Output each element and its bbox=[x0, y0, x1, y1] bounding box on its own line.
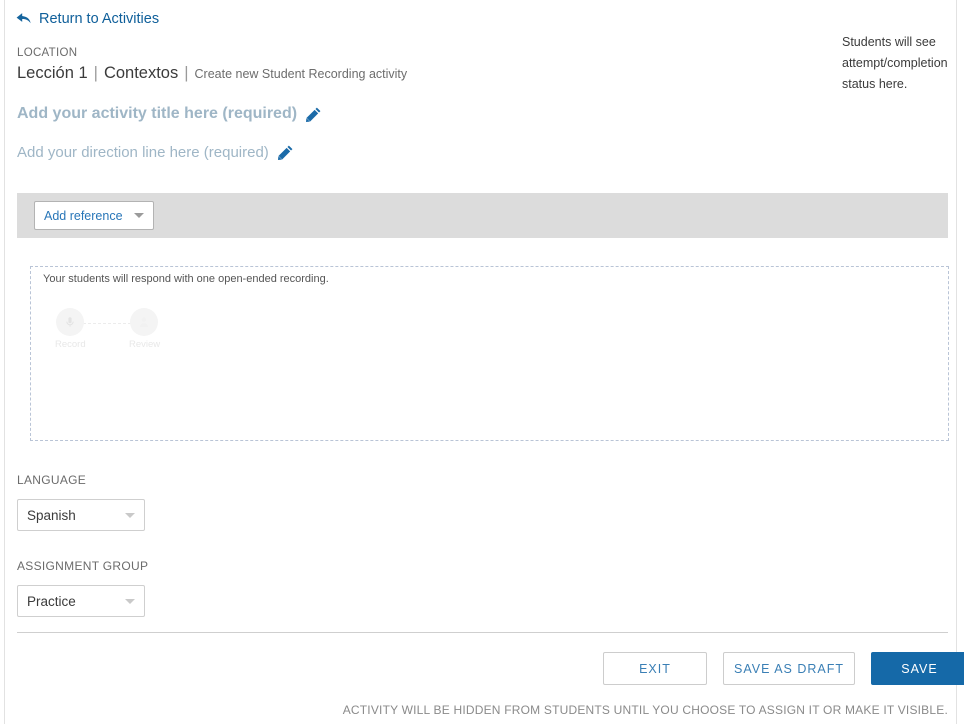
save-as-draft-button[interactable]: SAVE AS DRAFT bbox=[723, 652, 855, 685]
editor-toolbar: Add reference bbox=[17, 193, 948, 238]
assignment-group-select[interactable]: Practice bbox=[17, 585, 145, 617]
response-preview-area: Your students will respond with one open… bbox=[30, 266, 949, 441]
breadcrumb: Lección 1 | Contextos | Create new Stude… bbox=[17, 64, 407, 83]
pencil-icon[interactable] bbox=[277, 145, 293, 160]
response-hint-text: Your students will respond with one open… bbox=[43, 273, 329, 285]
chevron-down-icon bbox=[134, 213, 144, 218]
save-button[interactable]: SAVE bbox=[871, 652, 964, 685]
direction-line-placeholder: Add your direction line here (required) bbox=[17, 144, 269, 161]
recorder-step-review[interactable]: Review bbox=[129, 308, 161, 350]
back-arrow-icon bbox=[16, 13, 31, 24]
person-icon bbox=[139, 317, 149, 328]
language-selected-value: Spanish bbox=[27, 507, 76, 523]
breadcrumb-section[interactable]: Contextos bbox=[104, 64, 178, 83]
add-reference-label: Add reference bbox=[44, 208, 123, 223]
assignment-group-label: ASSIGNMENT GROUP bbox=[17, 559, 149, 573]
direction-line-row[interactable]: Add your direction line here (required) bbox=[17, 144, 293, 161]
return-to-activities-label: Return to Activities bbox=[39, 11, 160, 27]
chevron-down-icon bbox=[125, 598, 135, 604]
recorder-widget: Record Review bbox=[37, 302, 161, 357]
add-reference-button[interactable]: Add reference bbox=[34, 201, 154, 230]
footer-divider bbox=[17, 632, 948, 633]
language-select[interactable]: Spanish bbox=[17, 499, 145, 531]
return-to-activities-link[interactable]: Return to Activities bbox=[16, 11, 159, 27]
record-button bbox=[56, 308, 84, 336]
activity-title-placeholder: Add your activity title here (required) bbox=[17, 105, 298, 122]
chevron-down-icon bbox=[125, 512, 135, 518]
language-label: LANGUAGE bbox=[17, 473, 87, 487]
recorder-step-review-label: Review bbox=[129, 339, 161, 350]
breadcrumb-separator-1: | bbox=[93, 64, 98, 82]
recorder-step-record-label: Record bbox=[55, 339, 86, 350]
review-button bbox=[130, 308, 158, 336]
assignment-group-selected-value: Practice bbox=[27, 593, 76, 609]
exit-button[interactable]: EXIT bbox=[603, 652, 707, 685]
visibility-note: ACTIVITY WILL BE HIDDEN FROM STUDENTS UN… bbox=[342, 703, 948, 717]
microphone-icon bbox=[66, 317, 74, 327]
location-label: LOCATION bbox=[17, 47, 78, 59]
breadcrumb-separator-2: | bbox=[184, 64, 189, 82]
activity-title-row[interactable]: Add your activity title here (required) bbox=[17, 105, 321, 123]
pencil-icon[interactable] bbox=[306, 107, 321, 122]
breadcrumb-lesson[interactable]: Lección 1 bbox=[17, 64, 88, 83]
breadcrumb-action: Create new Student Recording activity bbox=[194, 67, 408, 81]
footer-actions: EXIT SAVE AS DRAFT SAVE bbox=[603, 652, 964, 685]
student-status-note: Students will see attempt/completion sta… bbox=[842, 35, 948, 91]
recorder-step-record[interactable]: Record bbox=[55, 308, 86, 350]
